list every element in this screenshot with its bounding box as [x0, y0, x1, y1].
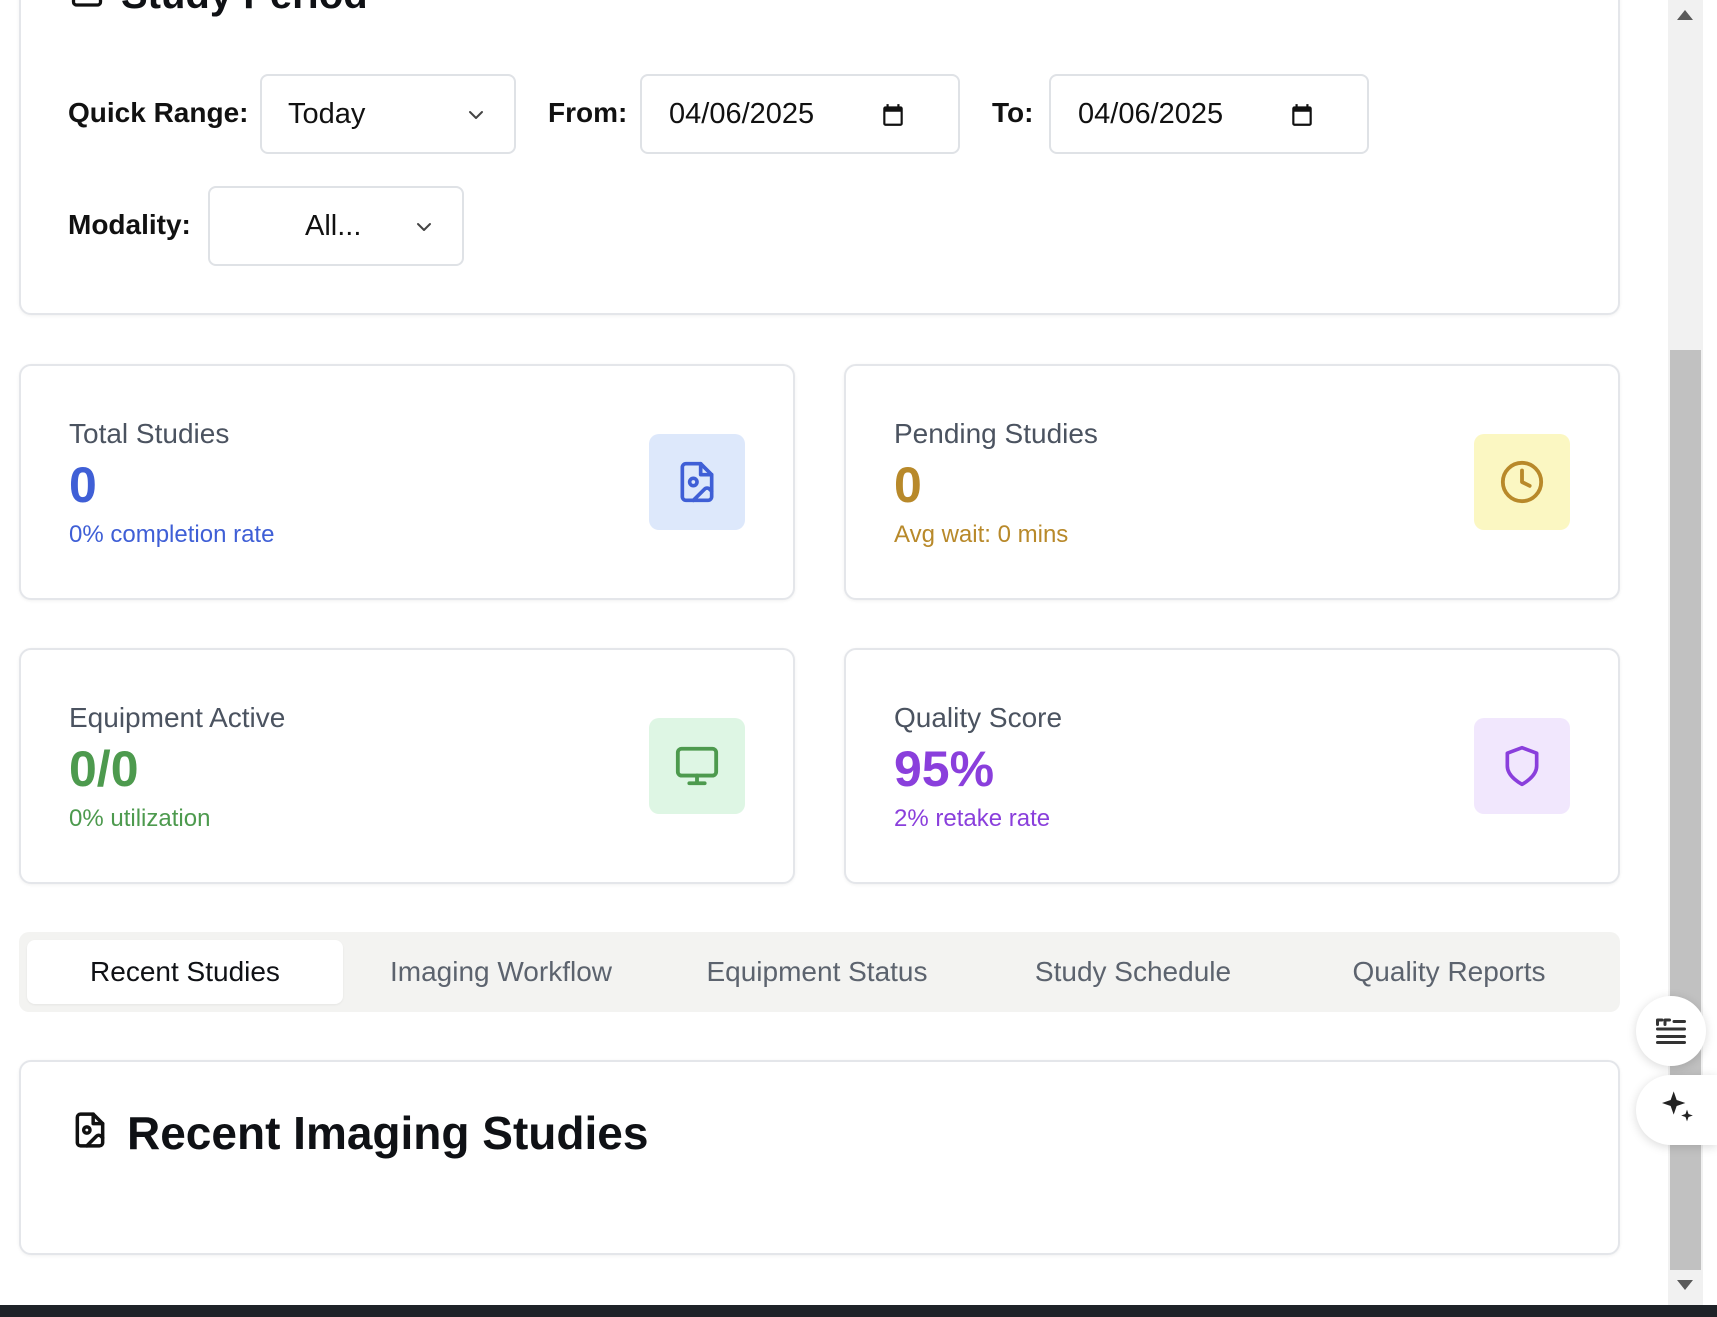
modality-value: All...: [305, 209, 362, 242]
stat-subtext: 0% utilization: [69, 805, 211, 832]
quick-range-select[interactable]: Today: [260, 74, 516, 154]
pending-studies-card: Pending Studies 0 Avg wait: 0 mins: [844, 364, 1620, 600]
monitor-icon: [649, 718, 745, 814]
recent-studies-header: Recent Imaging Studies: [71, 1106, 648, 1160]
recent-studies-card: Recent Imaging Studies: [19, 1060, 1620, 1255]
from-label: From:: [548, 97, 628, 128]
to-date-value: 04/06/2025: [1078, 97, 1224, 130]
modality-label: Modality:: [68, 209, 191, 240]
from-date-input[interactable]: 04/06/2025: [640, 74, 960, 154]
stat-value: 0/0: [69, 741, 139, 797]
quick-range-label: Quick Range:: [68, 97, 249, 128]
chevron-down-icon: [412, 215, 436, 239]
stat-label: Quality Score: [894, 702, 1063, 733]
stat-label: Pending Studies: [894, 418, 1098, 449]
taskbar-edge: [0, 1305, 1717, 1317]
stat-subtext: Avg wait: 0 mins: [894, 521, 1069, 548]
stat-subtext: 0% completion rate: [69, 521, 275, 548]
tab-recent-studies[interactable]: Recent Studies: [27, 940, 343, 1004]
shield-icon: [1474, 718, 1570, 814]
calendar-picker-icon[interactable]: [880, 102, 906, 128]
scroll-down-icon[interactable]: [1677, 1280, 1693, 1290]
tab-equipment-status[interactable]: Equipment Status: [659, 940, 975, 1004]
calendar-icon: [69, 0, 105, 18]
sparkle-icon: [1657, 1088, 1697, 1133]
study-period-card: Study Period: [19, 0, 1620, 315]
file-image-icon: [71, 1106, 109, 1160]
modality-select[interactable]: All...: [208, 186, 464, 266]
tab-quality-reports[interactable]: Quality Reports: [1291, 940, 1607, 1004]
file-image-icon: [649, 434, 745, 530]
tab-bar: Recent Studies Imaging Workflow Equipmen…: [19, 932, 1620, 1012]
stat-value: 0: [894, 457, 922, 513]
quality-score-card: Quality Score 95% 2% retake rate: [844, 648, 1620, 884]
section-title: Recent Imaging Studies: [127, 1107, 649, 1159]
main-content: Study Period Quick Range: Today From: 04…: [0, 0, 1668, 1305]
quote-list-icon: [1653, 1011, 1689, 1052]
clock-icon: [1474, 434, 1570, 530]
stat-subtext: 2% retake rate: [894, 805, 1051, 832]
page-title: Study Period: [121, 0, 368, 18]
stat-value: 0: [69, 457, 97, 513]
stat-value: 95%: [894, 741, 995, 797]
from-date-value: 04/06/2025: [669, 97, 815, 130]
equipment-active-card: Equipment Active 0/0 0% utilization: [19, 648, 795, 884]
stat-label: Equipment Active: [69, 702, 286, 733]
chevron-down-icon: [464, 103, 488, 127]
stat-label: Total Studies: [69, 418, 230, 449]
ai-assistant-button[interactable]: [1636, 1075, 1717, 1145]
to-label: To:: [992, 97, 1034, 128]
total-studies-card: Total Studies 0 0% completion rate: [19, 364, 795, 600]
scroll-up-icon[interactable]: [1677, 10, 1693, 20]
study-period-header: Study Period: [69, 0, 368, 18]
tab-imaging-workflow[interactable]: Imaging Workflow: [343, 940, 659, 1004]
quick-range-value: Today: [288, 97, 366, 130]
tab-study-schedule[interactable]: Study Schedule: [975, 940, 1291, 1004]
to-date-input[interactable]: 04/06/2025: [1049, 74, 1369, 154]
reader-button[interactable]: [1636, 996, 1706, 1066]
calendar-picker-icon[interactable]: [1289, 102, 1315, 128]
